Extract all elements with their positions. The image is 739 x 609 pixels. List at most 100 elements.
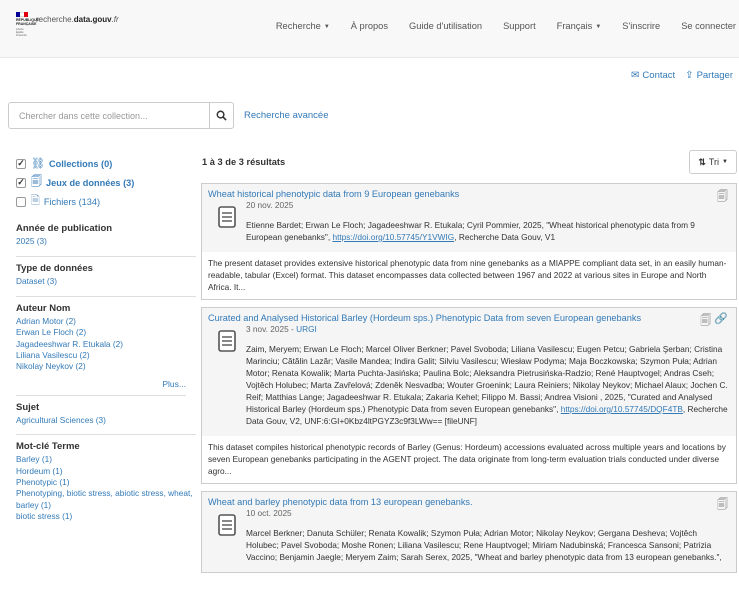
result-citation: Etienne Bardet; Erwan Le Floch; Jagadees… bbox=[246, 213, 730, 249]
sort-icon: ⇅ bbox=[698, 156, 706, 167]
nav-a-propos[interactable]: À propos bbox=[351, 21, 388, 31]
facet-title: Mot-clé Terme bbox=[16, 441, 80, 453]
facet-item[interactable]: Dataset (3) bbox=[16, 276, 196, 287]
card-body: 10 oct. 2025 Marcel Berkner; Danuta Schü… bbox=[208, 508, 730, 569]
facet-label: Jeux de données (3) bbox=[46, 177, 135, 188]
facet-item[interactable]: Agricultural Sciences (3) bbox=[16, 415, 196, 426]
republic-motto: Liberté Égalité Fraternité bbox=[16, 28, 27, 37]
card-header: Wheat historical phenotypic data from 9 … bbox=[202, 184, 736, 252]
flag-icon bbox=[16, 12, 28, 17]
card-header: Curated and Analysed Historical Barley (… bbox=[202, 308, 736, 436]
facet-label: Fichiers (134) bbox=[43, 196, 101, 207]
facet-item[interactable]: Liliana Vasilescu (2) bbox=[16, 350, 196, 361]
dataset-type-icon: 🗐 bbox=[700, 315, 712, 327]
envelope-icon: ✉ bbox=[631, 70, 640, 81]
facet-type-datasets[interactable]: 🗐 Jeux de données (3) bbox=[16, 173, 196, 192]
facet-author: Auteur Nom Adrian Motor (2) Erwan Le Flo… bbox=[16, 295, 196, 396]
file-icon: 🗎 bbox=[31, 195, 40, 207]
result-title-link[interactable]: Wheat and barley phenotypic data from 13… bbox=[208, 497, 730, 507]
facet-title: Auteur Nom bbox=[16, 302, 71, 314]
result-title-link[interactable]: Curated and Analysed Historical Barley (… bbox=[208, 313, 730, 323]
facet-item[interactable]: Adrian Motor (2) bbox=[16, 316, 196, 327]
republic-label: RÉPUBLIQUE FRANÇAISE bbox=[16, 18, 39, 26]
checkbox[interactable] bbox=[16, 196, 26, 207]
collection-search: Recherche avancée bbox=[8, 102, 329, 129]
nav-support[interactable]: Support bbox=[503, 21, 536, 31]
card-meta: 20 nov. 2025 Etienne Bardet; Erwan Le Fl… bbox=[246, 200, 730, 249]
collection-icon: ⛓ bbox=[31, 158, 45, 170]
result-title-link[interactable]: Wheat historical phenotypic data from 9 … bbox=[208, 189, 730, 199]
nav-language[interactable]: Français ▼ bbox=[557, 21, 602, 31]
result-date: 3 nov. 2025 - URGI bbox=[246, 324, 317, 334]
facet-year: Année de publication 2025 (3) bbox=[16, 223, 196, 247]
result-description: The present dataset provides extensive h… bbox=[208, 258, 727, 292]
facet-item[interactable]: biotic stress (1) bbox=[16, 511, 196, 522]
search-input[interactable] bbox=[8, 102, 210, 129]
result-description: This dataset compiles historical phenoty… bbox=[208, 442, 726, 476]
share-icon: ⇪ bbox=[685, 70, 694, 81]
nav-signup[interactable]: S'inscrire bbox=[622, 21, 660, 31]
caret-down-icon: ▼ bbox=[323, 24, 330, 30]
search-button[interactable] bbox=[210, 102, 234, 129]
facet-more-link[interactable]: Plus... bbox=[16, 379, 186, 396]
facet-keyword: Mot-clé Terme Barley (1) Hordeum (1) Phe… bbox=[16, 434, 196, 522]
facet-item[interactable]: Barley (1) bbox=[16, 454, 196, 465]
facet-item[interactable]: Hordeum (1) bbox=[16, 466, 196, 477]
republique-francaise-logo: RÉPUBLIQUE FRANÇAISE Liberté Égalité Fra… bbox=[16, 12, 39, 37]
facet-data-type: Type de données Dataset (3) bbox=[16, 256, 196, 287]
dataset-icon: 🗐 bbox=[31, 176, 42, 188]
result-card: Curated and Analysed Historical Barley (… bbox=[201, 307, 737, 484]
card-icons: 🗐 bbox=[717, 496, 728, 515]
facet-label: Collections (0) bbox=[48, 158, 113, 169]
result-date: 20 nov. 2025 bbox=[246, 200, 294, 210]
advanced-search-link[interactable]: Recherche avancée bbox=[244, 110, 329, 121]
share-link[interactable]: ⇪ Partager bbox=[685, 70, 733, 81]
sort-button[interactable]: ⇅ Tri ▼ bbox=[689, 150, 737, 174]
result-citation: Zaim, Meryem; Erwan Le Floch; Marcel Oli… bbox=[246, 337, 730, 433]
top-navbar: RÉPUBLIQUE FRANÇAISE Liberté Égalité Fra… bbox=[0, 0, 739, 58]
facet-type-files[interactable]: 🗎 Fichiers (134) bbox=[16, 192, 196, 211]
facet-type-collections[interactable]: ⛓ Collections (0) bbox=[16, 154, 196, 173]
facet-title: Année de publication bbox=[16, 223, 113, 234]
site-logo[interactable]: RÉPUBLIQUE FRANÇAISE Liberté Égalité Fra… bbox=[16, 12, 119, 37]
dataset-type-icon: 🗐 bbox=[717, 499, 728, 511]
checkbox[interactable] bbox=[16, 158, 26, 169]
card-header: Wheat and barley phenotypic data from 13… bbox=[202, 492, 736, 572]
card-meta: 10 oct. 2025 Marcel Berkner; Danuta Schü… bbox=[246, 508, 730, 569]
facet-item[interactable]: Phenotyping, biotic stress, abiotic stre… bbox=[16, 488, 196, 511]
card-icons: 🗐 bbox=[717, 188, 728, 207]
result-card: Wheat historical phenotypic data from 9 … bbox=[201, 183, 737, 300]
doi-link[interactable]: https://doi.org/10.57745/Y1VWIG bbox=[332, 232, 454, 242]
results-count: 1 à 3 de 3 résultats bbox=[202, 157, 286, 167]
nav-recherche[interactable]: Recherche ▼ bbox=[276, 21, 330, 31]
facet-item[interactable]: Jagadeeshwar R. Etukala (2) bbox=[16, 339, 196, 350]
source-link[interactable]: URGI bbox=[296, 324, 317, 334]
dataset-type-icon: 🗐 bbox=[717, 191, 728, 203]
harvested-link-icon: 🔗 bbox=[714, 313, 728, 325]
result-date: 10 oct. 2025 bbox=[246, 508, 292, 518]
contact-link[interactable]: ✉ Contact bbox=[631, 70, 675, 81]
search-icon bbox=[216, 110, 227, 121]
facet-subject: Sujet Agricultural Sciences (3) bbox=[16, 402, 196, 426]
facet-item[interactable]: Phenotypic (1) bbox=[16, 477, 196, 488]
card-meta: 3 nov. 2025 - URGI Zaim, Meryem; Erwan L… bbox=[246, 324, 730, 433]
facet-title: Type de données bbox=[16, 263, 93, 275]
dataset-icon bbox=[208, 200, 246, 249]
facet-sidebar: ⛓ Collections (0) 🗐 Jeux de données (3) … bbox=[16, 154, 196, 523]
facet-title: Sujet bbox=[16, 401, 40, 413]
facet-item[interactable]: Nikolay Neykov (2) bbox=[16, 361, 196, 372]
doi-link[interactable]: https://doi.org/10.57745/DQF4TB bbox=[561, 404, 683, 414]
main-nav: Recherche ▼ À propos Guide d'utilisation … bbox=[276, 21, 739, 31]
facet-item[interactable]: Erwan Le Floch (2) bbox=[16, 327, 196, 338]
results-panel: 1 à 3 de 3 résultats ⇅ Tri ▼ Wheat histo… bbox=[201, 148, 737, 573]
result-card: Wheat and barley phenotypic data from 13… bbox=[201, 491, 737, 573]
result-citation: Marcel Berkner; Danuta Schüler; Renata K… bbox=[246, 521, 730, 569]
card-body: 20 nov. 2025 Etienne Bardet; Erwan Le Fl… bbox=[208, 200, 730, 249]
checkbox[interactable] bbox=[16, 177, 26, 188]
card-icons: 🗐 🔗 bbox=[700, 312, 728, 331]
nav-login[interactable]: Se connecter bbox=[681, 21, 736, 31]
facet-item[interactable]: 2025 (3) bbox=[16, 236, 196, 247]
caret-down-icon: ▼ bbox=[722, 159, 728, 165]
nav-guide[interactable]: Guide d'utilisation bbox=[409, 21, 482, 31]
results-header: 1 à 3 de 3 résultats ⇅ Tri ▼ bbox=[201, 148, 737, 176]
